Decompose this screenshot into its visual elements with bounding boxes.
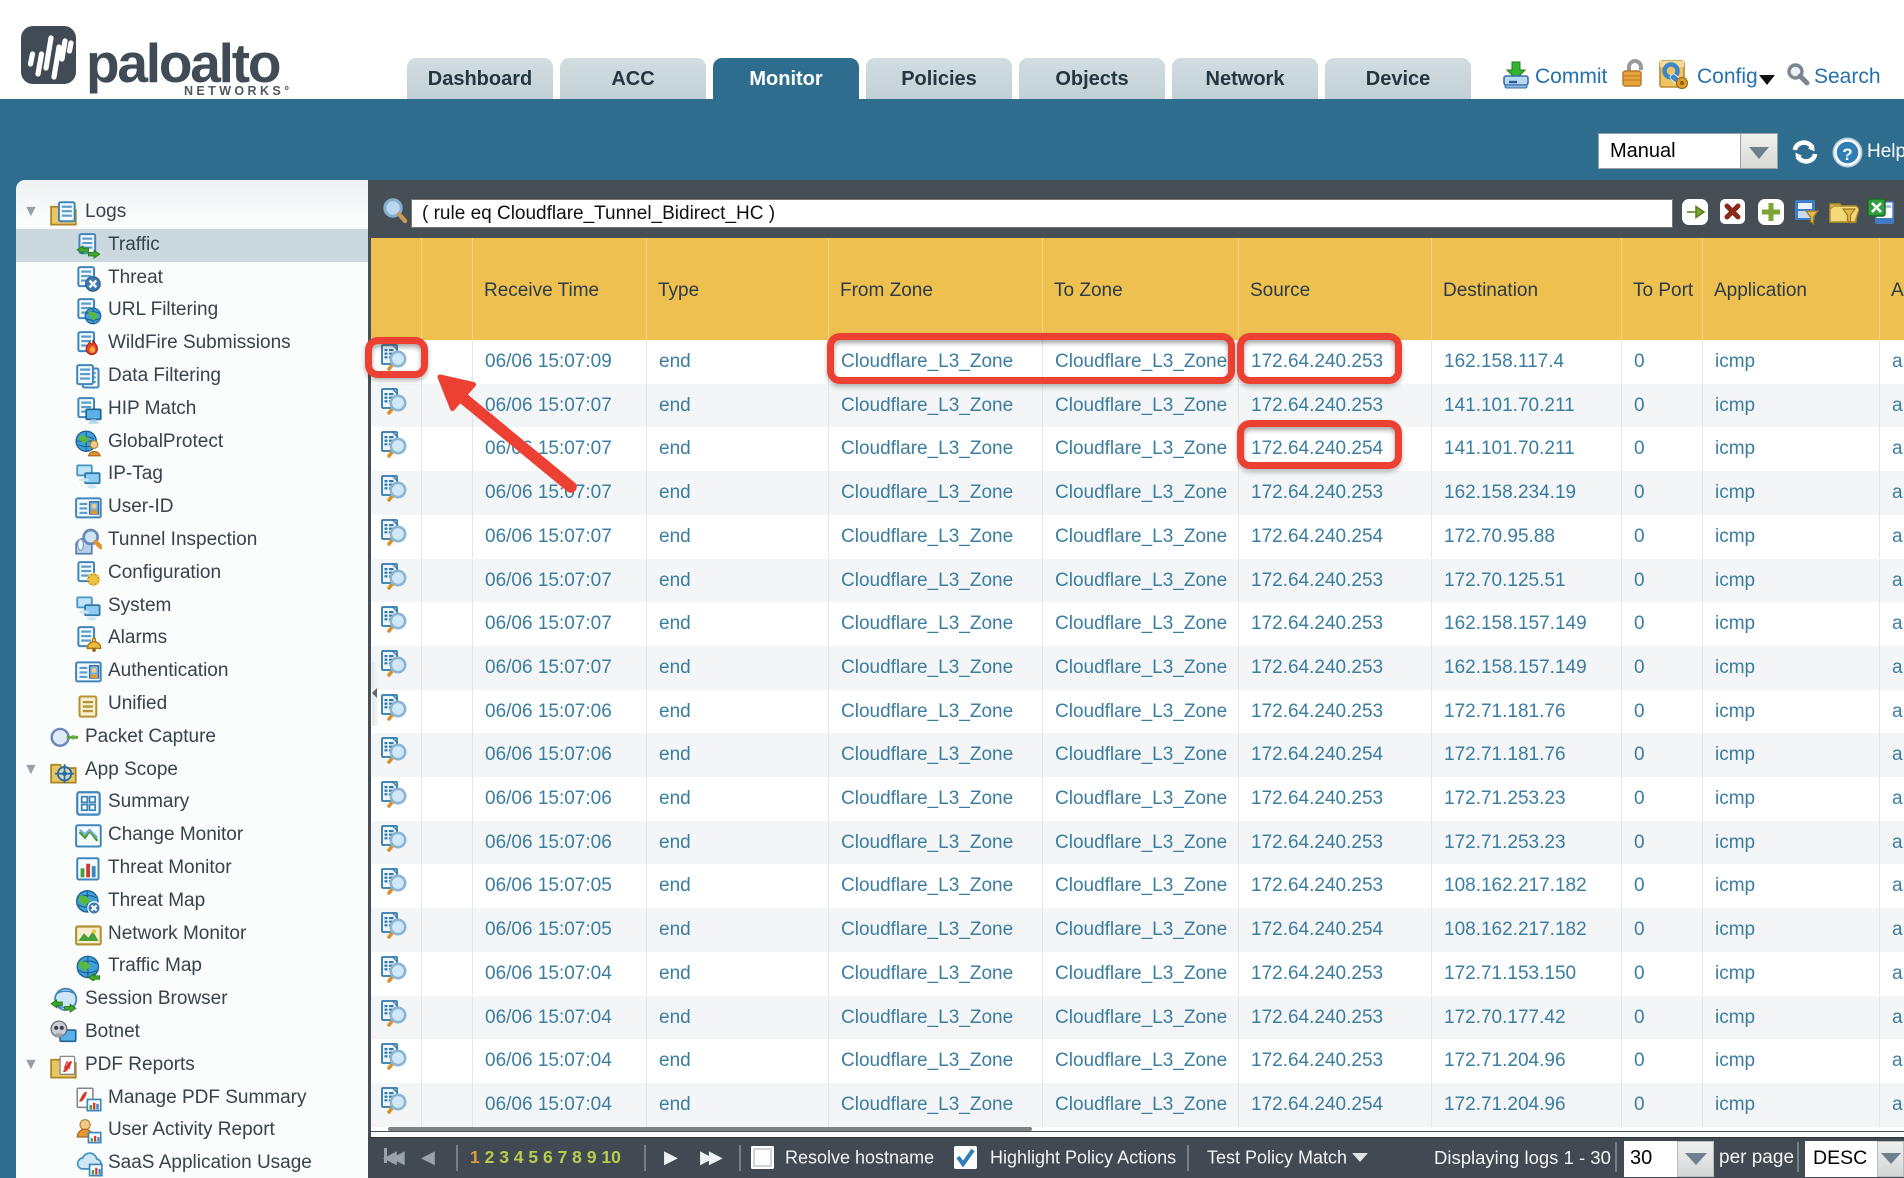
svg-text:A: A bbox=[63, 1060, 71, 1071]
svg-text:?: ? bbox=[1842, 145, 1852, 164]
svg-text:NETWORKS°: NETWORKS° bbox=[184, 84, 293, 96]
